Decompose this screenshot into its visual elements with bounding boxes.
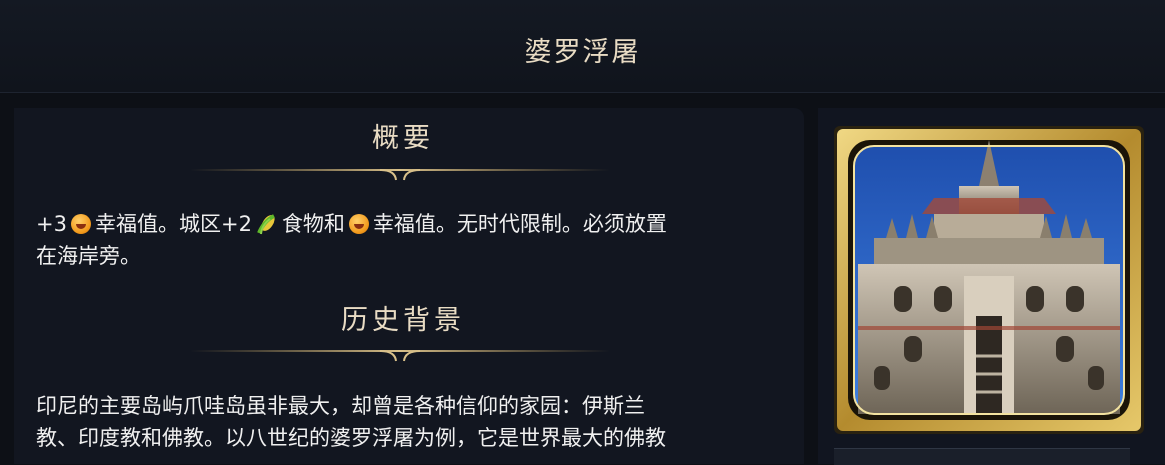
text-segment: 幸福值。无时代限制。必须放置 [372, 212, 667, 236]
history-line: 印尼的主要岛屿爪哇岛虽非最大，却曾是各种信仰的家园：伊斯兰 [36, 394, 645, 418]
history-heading: 历史背景 [341, 305, 465, 336]
history-text: 印尼的主要岛屿爪哇岛虽非最大，却曾是各种信仰的家园：伊斯兰 教、印度教和佛教。以… [36, 390, 776, 454]
text-segment: 食物和 [281, 212, 345, 236]
ornament-divider [190, 169, 610, 181]
amenity-icon [348, 214, 369, 234]
history-line: 教、印度教和佛教。以八世纪的婆罗浮屠为例，它是世界最大的佛教 [36, 426, 666, 450]
wonder-name-bar [834, 448, 1130, 465]
overview-heading: 概要 [372, 123, 434, 154]
text-segment: +3 [36, 212, 67, 236]
overview-text: +3 幸福值。城区+2 食物和 幸福值。无时代限制。必须放置 在海岸旁。 [36, 208, 776, 272]
food-icon [257, 214, 275, 235]
amenity-icon [70, 214, 91, 234]
ornament-divider [190, 350, 610, 362]
text-segment: 在海岸旁。 [36, 244, 141, 268]
title-bar: 婆罗浮屠 [0, 0, 1165, 93]
borobudur-wonder-icon [834, 126, 1144, 434]
text-segment: 幸福值。城区+2 [94, 212, 252, 236]
page-title: 婆罗浮屠 [524, 37, 641, 68]
